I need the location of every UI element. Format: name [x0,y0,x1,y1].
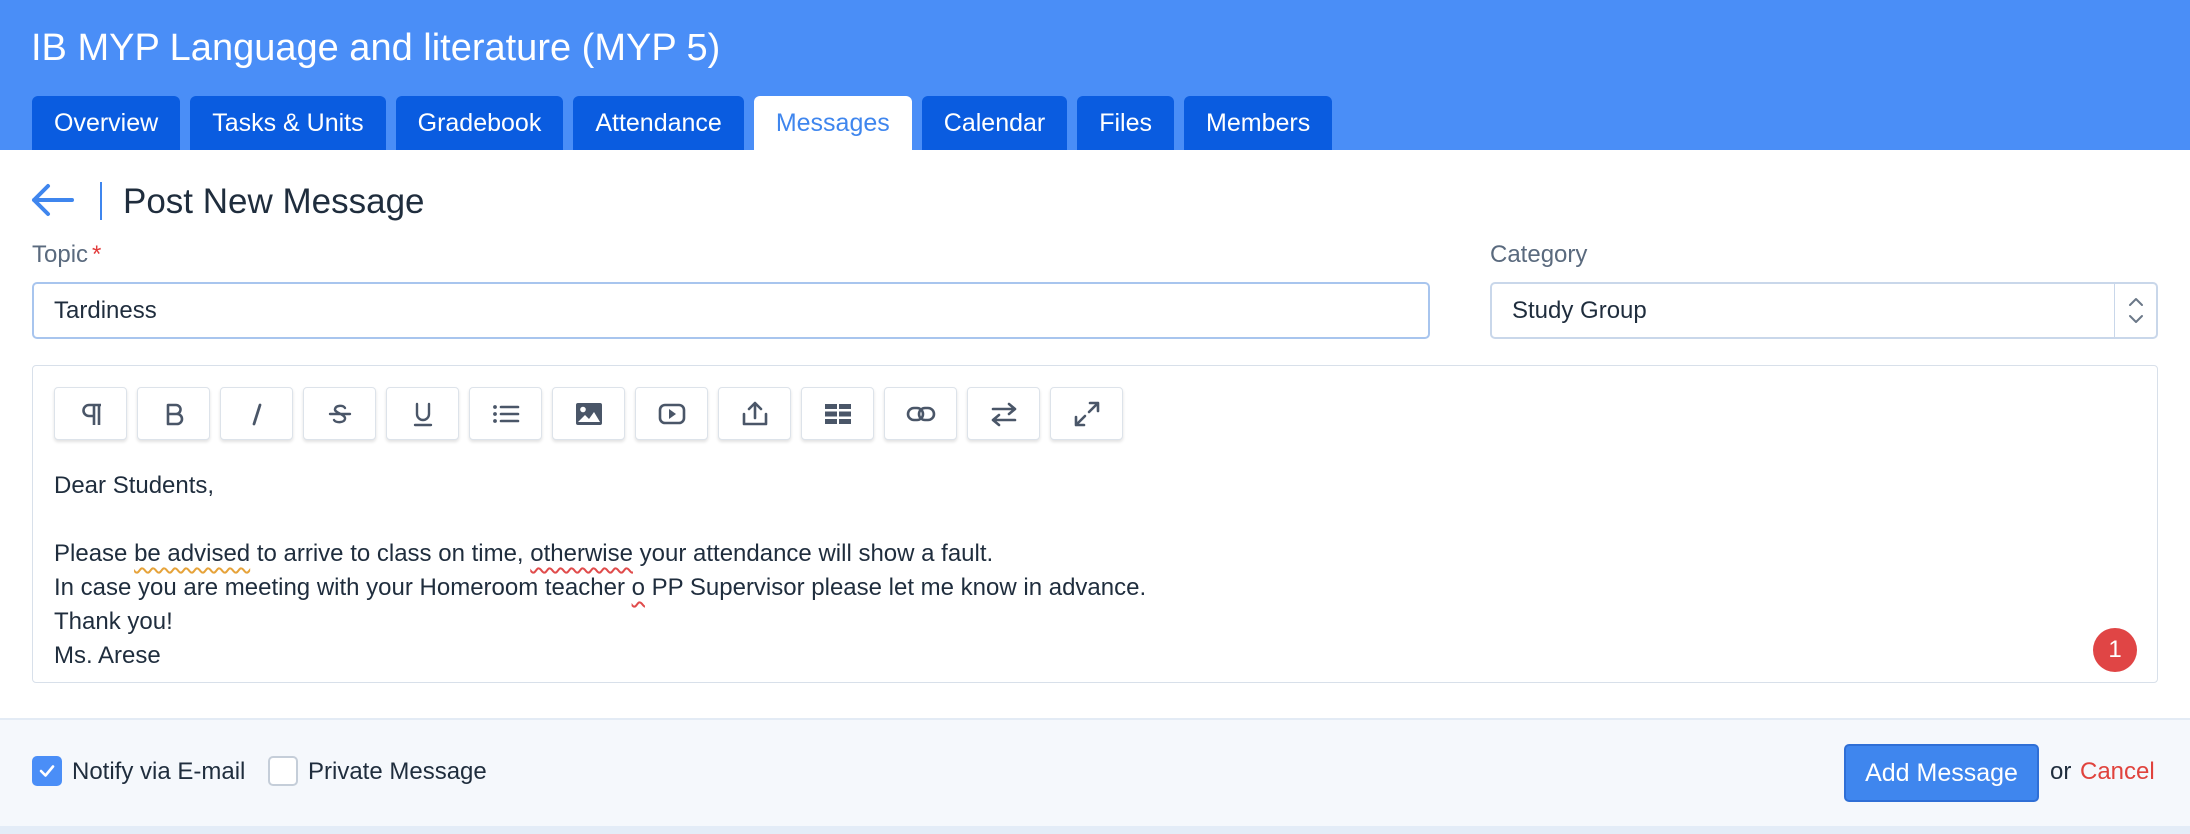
underline-icon[interactable] [386,387,459,440]
required-mark: * [92,241,102,268]
topic-label-text: Topic [32,241,89,268]
tab-calendar[interactable]: Calendar [921,96,1068,150]
tab-files[interactable]: Files [1077,96,1175,150]
category-value: Study Group [1512,297,1647,324]
paragraph-icon[interactable] [54,387,127,440]
video-icon[interactable] [635,387,708,440]
category-label: Category [1490,241,1588,268]
editor-toolbar [54,387,1123,440]
spelling-flag[interactable]: otherwise [530,540,633,567]
tab-tasks-units[interactable]: Tasks & Units [190,96,386,150]
category-select[interactable]: Study Group [1490,282,2158,339]
cancel-link[interactable]: Cancel [2080,757,2155,787]
page-title: Post New Message [123,182,425,221]
bold-icon[interactable] [137,387,210,440]
table-icon[interactable] [801,387,874,440]
add-message-button[interactable]: Add Message [1844,744,2039,802]
tab-members[interactable]: Members [1184,96,1333,150]
text-segment: your attendance will show a fault. [632,540,994,567]
course-tabs: Overview Tasks & Units Gradebook Attenda… [32,96,1333,150]
back-arrow-icon[interactable] [30,183,74,217]
list-icon[interactable] [469,387,542,440]
select-arrows-icon [2114,284,2156,337]
topic-input[interactable] [32,282,1430,339]
text-segment: In case you are meeting with your Homero… [54,574,632,601]
spelling-flag[interactable]: o [632,574,645,601]
tab-gradebook[interactable]: Gradebook [395,96,564,150]
private-checkbox[interactable] [268,756,298,786]
body-line-2: Please be advised to arrive to class on … [54,537,1146,571]
body-greeting: Dear Students, [54,472,215,499]
footer-divider [0,826,2190,834]
body-blank-line [54,503,1146,537]
title-divider [100,182,102,220]
body-line-3: In case you are meeting with your Homero… [54,571,1146,605]
swap-icon[interactable] [967,387,1040,440]
message-editor[interactable]: Dear Students, Please be advised to arri… [32,365,2158,683]
body-signature: Ms. Arese [54,642,161,669]
tab-attendance[interactable]: Attendance [573,96,744,150]
message-body[interactable]: Dear Students, Please be advised to arri… [54,469,1146,673]
or-text: or [2050,758,2072,785]
notify-label[interactable]: Notify via E-mail [72,757,245,787]
tab-messages[interactable]: Messages [753,96,912,150]
text-segment: PP Supervisor please let me know in adva… [644,574,1147,601]
grammar-flag[interactable]: be advised [134,540,250,567]
notify-checkbox[interactable] [32,756,62,786]
tab-overview[interactable]: Overview [32,96,181,150]
course-header: IB MYP Language and literature (MYP 5) O… [0,0,2190,150]
link-icon[interactable] [884,387,957,440]
private-label[interactable]: Private Message [308,757,487,787]
text-segment: to arrive to class on time, [250,540,531,567]
fullscreen-icon[interactable] [1050,387,1123,440]
body-line-4: Thank you! [54,608,173,635]
image-icon[interactable] [552,387,625,440]
italic-icon[interactable] [220,387,293,440]
issue-count-badge[interactable]: 1 [2093,628,2137,672]
text-segment: Please [54,540,135,567]
topic-label: Topic * [32,240,101,270]
upload-icon[interactable] [718,387,791,440]
strikethrough-icon[interactable] [303,387,376,440]
course-title: IB MYP Language and literature (MYP 5) [31,27,721,69]
